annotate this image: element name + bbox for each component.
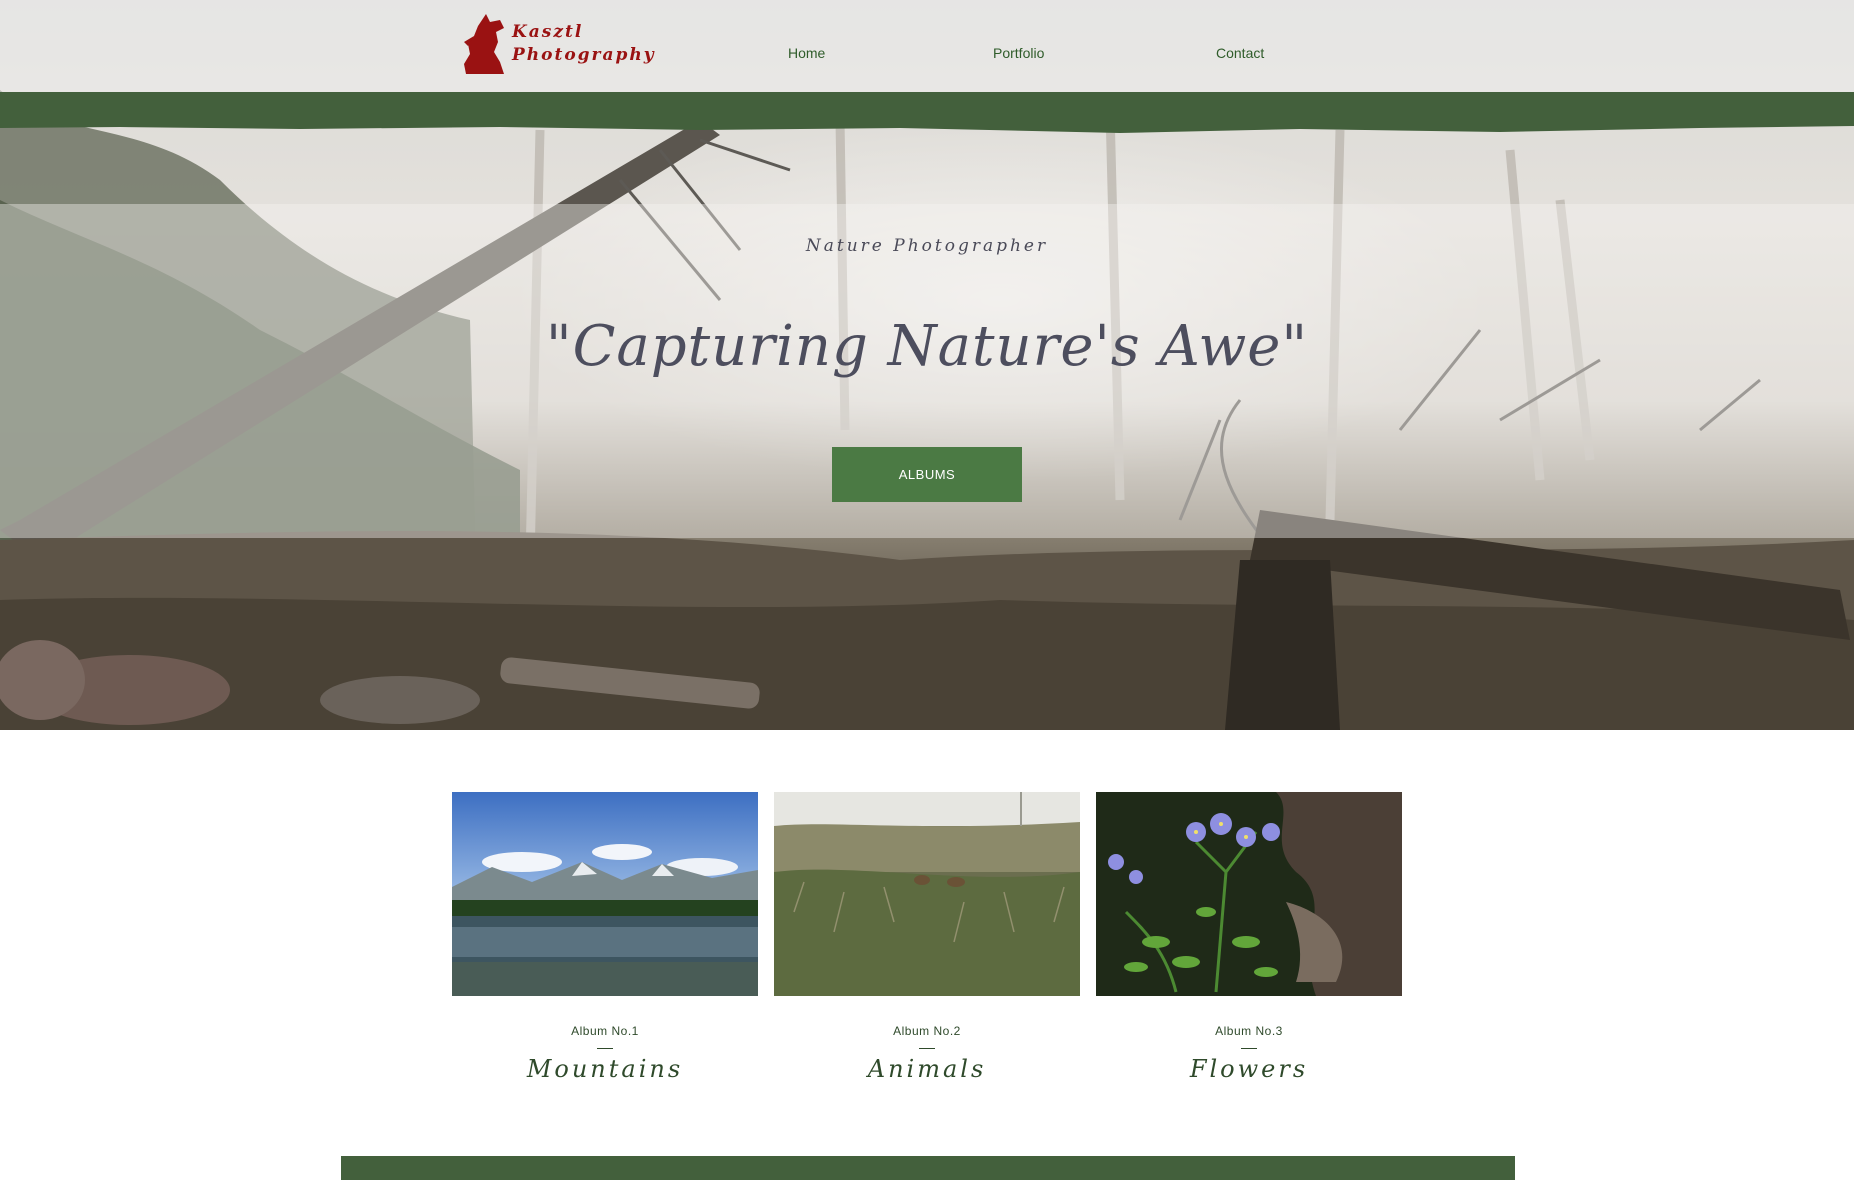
album-card-1[interactable]: Album No.1 Mountains [452,792,758,1083]
album-number: Album No.1 [571,1024,639,1038]
album-number: Album No.3 [1215,1024,1283,1038]
album-title[interactable]: Flowers [1096,1055,1402,1083]
album-card-3[interactable]: Album No.3 Flowers [1096,792,1402,1083]
album-thumbnail-mountains[interactable] [452,792,758,996]
album-title[interactable]: Mountains [452,1055,758,1083]
nav-portfolio[interactable]: Portfolio [993,45,1044,61]
footer-green-bar [341,1156,1515,1180]
album-number: Album No.2 [893,1024,961,1038]
hero-tagline: Nature Photographer [805,236,1049,256]
green-brush-stripe [0,92,1854,133]
album-title[interactable]: Animals [774,1055,1080,1083]
albums-button[interactable]: ALBUMS [832,447,1022,502]
nav-home[interactable]: Home [788,45,825,61]
album-thumbnail-flowers[interactable] [1096,792,1402,996]
album-card-2[interactable]: Album No.2 Animals [774,792,1080,1083]
hero-headline: "Capturing Nature's Awe" [545,314,1309,379]
album-divider [919,1048,935,1049]
logo-line-1: Kasztl [512,22,584,42]
wolf-howl-icon [464,14,504,74]
logo-text: Kasztl Photography [512,21,656,67]
site-logo[interactable]: Kasztl Photography [460,12,656,76]
album-divider [1241,1048,1257,1049]
album-thumbnail-animals[interactable] [774,792,1080,996]
logo-line-2: Photography [512,45,656,65]
hero-section: Kasztl Photography Home Portfolio Contac… [0,0,1854,730]
nav-contact[interactable]: Contact [1216,45,1264,61]
album-divider [597,1048,613,1049]
header-veil [0,0,1854,92]
